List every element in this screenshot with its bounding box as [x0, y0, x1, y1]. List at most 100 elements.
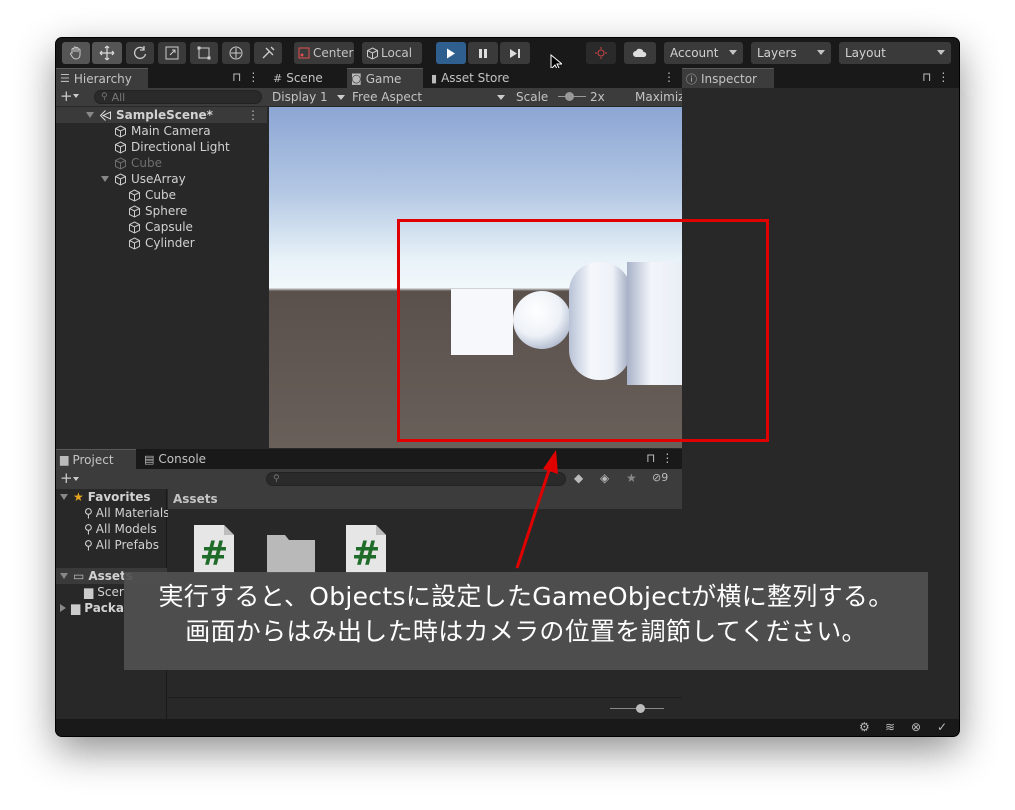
fav-all-materials[interactable]: ⚲ All Materials [84, 505, 170, 521]
hierarchy-item[interactable]: Capsule [56, 219, 267, 235]
transform-tool-icon[interactable] [222, 42, 250, 64]
star-icon[interactable]: ★ [626, 471, 637, 485]
lock-menu-icons[interactable]: ⊓⋮ [922, 70, 955, 84]
expand-arrow-icon[interactable] [101, 176, 109, 182]
pause-icon [479, 48, 487, 58]
pivot-mode-button[interactable]: Center [294, 42, 354, 64]
hierarchy-item[interactable]: Cube [56, 187, 267, 203]
script-asset[interactable]: # [342, 523, 390, 576]
expand-arrow-icon[interactable] [86, 112, 94, 118]
network-icon[interactable]: ⊗ [911, 720, 921, 734]
svg-text:#: # [352, 534, 381, 573]
scale-label: Scale [516, 90, 549, 104]
unity-scene-icon [99, 109, 111, 121]
tab-asset-store[interactable]: ▮ Asset Store [427, 68, 517, 88]
layout-label: Layout [845, 46, 886, 60]
expand-arrow-icon[interactable] [60, 494, 68, 500]
aspect-dropdown[interactable]: Free Aspect [352, 90, 422, 104]
rect-tool-icon[interactable] [190, 42, 218, 64]
space-label: Local [381, 46, 413, 60]
hierarchy-search-bar: + ⚲ All [56, 87, 267, 106]
info-icon: ⓘ [686, 72, 697, 86]
caret-down-icon [729, 50, 737, 55]
hierarchy-search-input[interactable]: ⚲ All [94, 90, 262, 104]
folder-asset[interactable] [266, 529, 316, 576]
lock-menu-icons[interactable]: ⊓⋮ [646, 451, 679, 465]
scene-row[interactable]: SampleScene* ⋮ [56, 107, 267, 123]
scenes-folder-row[interactable]: ▆ Scer [84, 584, 124, 600]
add-icon[interactable]: + [60, 87, 73, 105]
game-menu-icon[interactable]: ⋮ [663, 70, 681, 84]
hierarchy-item[interactable]: Directional Light [56, 139, 267, 155]
rotate-tool-icon[interactable] [126, 42, 154, 64]
main-toolbar: Center Local Account Layers Layout [56, 38, 959, 72]
lock-menu-icons[interactable]: ⊓⋮ [232, 70, 265, 84]
scene-menu-icon[interactable]: ⋮ [247, 108, 259, 122]
add-icon[interactable]: + [60, 469, 73, 487]
account-dropdown[interactable]: Account [664, 42, 743, 64]
debug-icon[interactable]: ⚙ [859, 720, 870, 734]
tab-inspector[interactable]: ⓘ Inspector [682, 68, 774, 88]
pivot-rotation-button[interactable]: Local [362, 42, 422, 64]
add-dropdown-icon[interactable] [73, 94, 79, 98]
gameobject-cube-icon [115, 124, 126, 138]
scale-tool-icon[interactable] [158, 42, 186, 64]
folder-icon: ▆ [60, 453, 69, 466]
collapse-arrow-icon[interactable] [60, 604, 66, 612]
packages-folder-row[interactable]: ▆ Packa [60, 600, 124, 616]
folder-icon: ▆ [71, 601, 81, 615]
play-button[interactable] [436, 42, 466, 64]
hierarchy-item[interactable]: Sphere [56, 203, 267, 219]
cloud-icon[interactable] [624, 42, 656, 64]
tab-game[interactable]: ◙ Game [347, 68, 423, 88]
search-icon: ⚲ [101, 92, 108, 102]
scale-value: 2x [590, 90, 605, 104]
hand-tool-icon[interactable] [62, 42, 90, 64]
layout-dropdown[interactable]: Layout [839, 42, 951, 64]
tab-project[interactable]: ▆ Project [56, 449, 136, 469]
fav-label: All Prefabs [95, 538, 160, 552]
add-dropdown-icon[interactable] [73, 477, 79, 481]
packages-label: Packa [84, 601, 124, 615]
gamepad-icon: ◙ [351, 72, 362, 85]
tutorial-caption: 実行すると、Objectsに設定したGameObjectが横に整列する。 画面か… [124, 572, 928, 670]
hierarchy-item[interactable]: UseArray [56, 171, 267, 187]
fav-all-models[interactable]: ⚲ All Models [84, 521, 157, 537]
asset-size-bar [168, 697, 682, 719]
pivot-icon [298, 47, 310, 59]
progress-check-icon[interactable]: ✓ [937, 720, 947, 734]
filter-type-icon[interactable]: ◆ [574, 471, 583, 485]
hierarchy-tab-label: Hierarchy [73, 71, 132, 86]
fav-all-prefabs[interactable]: ⚲ All Prefabs [84, 537, 159, 553]
hierarchy-item[interactable]: Cylinder [56, 235, 267, 251]
scale-slider-thumb[interactable] [565, 92, 574, 101]
script-asset[interactable]: # [190, 523, 238, 576]
move-tool-icon[interactable] [92, 42, 122, 64]
hierarchy-item-label: UseArray [131, 172, 186, 186]
tab-console[interactable]: ▤ Console [140, 449, 220, 469]
layers-dropdown[interactable]: Layers [751, 42, 831, 64]
icon-size-slider-thumb[interactable] [636, 704, 645, 713]
custom-tool-icon[interactable] [254, 42, 282, 64]
tab-hierarchy[interactable]: ☰ Hierarchy [56, 68, 148, 88]
pivot-label: Center [313, 46, 354, 60]
label-tag-icon[interactable]: ◈ [600, 471, 609, 485]
favorites-row[interactable]: ★ Favorites [56, 489, 150, 505]
step-button[interactable] [500, 42, 530, 64]
expand-arrow-icon[interactable] [60, 573, 68, 579]
collab-icon[interactable] [586, 42, 616, 64]
tab-scene[interactable]: # Scene [269, 68, 343, 88]
bag-icon: ▮ [431, 71, 438, 85]
layers-icon[interactable]: ≋ [885, 720, 895, 734]
caret-down-icon [937, 50, 945, 55]
hierarchy-item-label: Cylinder [145, 236, 195, 250]
hierarchy-item[interactable]: Cube [56, 155, 267, 171]
pause-button[interactable] [468, 42, 498, 64]
display-dropdown[interactable]: Display 1 [272, 90, 328, 104]
hierarchy-item[interactable]: Main Camera [56, 123, 267, 139]
assets-breadcrumb[interactable]: Assets [168, 489, 682, 509]
caret-down-icon [817, 50, 825, 55]
hidden-packages-button[interactable]: ⊘9 [652, 471, 668, 484]
display-caret-icon [337, 95, 345, 100]
maximize-toggle[interactable]: Maximiz [635, 90, 684, 104]
